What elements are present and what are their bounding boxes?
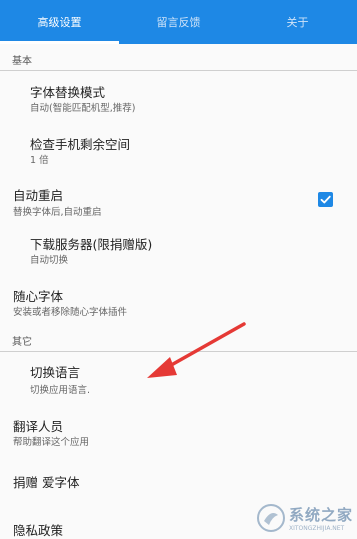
tab-about[interactable]: 关于 xyxy=(238,0,357,44)
switch-language-item[interactable]: 切换语言 切换应用语言. xyxy=(0,353,357,405)
item-subtitle: 1 倍 xyxy=(30,155,49,166)
tab-feedback[interactable]: 留言反馈 xyxy=(119,0,238,44)
section-header-other: 其它 xyxy=(12,336,32,348)
item-subtitle: 自动(智能匹配机型,推荐) xyxy=(30,103,136,114)
auto-restart-item[interactable]: 自动重启 替换字体后,自动重启 xyxy=(0,176,357,224)
section-divider xyxy=(0,351,357,352)
tab-bar: 高级设置 留言反馈 关于 xyxy=(0,0,357,44)
section-divider xyxy=(0,70,357,71)
item-subtitle: 安装或者移除随心字体插件 xyxy=(13,307,128,318)
item-title: 切换语言 xyxy=(30,365,81,380)
item-title: 下载服务器(限捐赠版) xyxy=(30,237,153,252)
item-title: 自动重启 xyxy=(13,188,64,203)
watermark-logo-icon xyxy=(256,504,285,532)
translators-item[interactable]: 翻译人员 帮助翻译这个应用 xyxy=(0,405,357,457)
item-title: 翻译人员 xyxy=(13,419,64,434)
item-title: 随心字体 xyxy=(13,289,64,304)
check-storage-item[interactable]: 检查手机剩余空间 1 倍 xyxy=(0,124,357,176)
item-title: 检查手机剩余空间 xyxy=(30,137,131,152)
font-replace-mode-item[interactable]: 字体替换模式 自动(智能匹配机型,推荐) xyxy=(0,72,357,124)
auto-restart-checkbox[interactable] xyxy=(318,192,333,207)
item-title: 捐赠 爱字体 xyxy=(13,475,80,490)
download-server-item[interactable]: 下载服务器(限捐赠版) 自动切换 xyxy=(0,224,357,274)
watermark-text: 系统之家 xyxy=(288,506,353,524)
item-subtitle: 帮助翻译这个应用 xyxy=(13,437,90,448)
item-subtitle: 替换字体后,自动重启 xyxy=(13,207,102,218)
watermark: 系统之家 XITONGZHIJIA.NET xyxy=(256,503,353,533)
free-font-item[interactable]: 随心字体 安装或者移除随心字体插件 xyxy=(0,274,357,326)
check-icon xyxy=(320,195,331,204)
item-subtitle: 切换应用语言. xyxy=(30,385,91,396)
item-subtitle: 自动切换 xyxy=(30,255,69,266)
donate-item[interactable]: 捐赠 爱字体 xyxy=(0,457,357,505)
item-title: 字体替换模式 xyxy=(30,85,106,100)
tab-advanced-settings[interactable]: 高级设置 xyxy=(0,0,119,44)
item-title: 隐私政策 xyxy=(13,523,64,538)
section-header-basic: 基本 xyxy=(12,55,32,67)
watermark-url: XITONGZHIJIA.NET xyxy=(288,525,345,532)
